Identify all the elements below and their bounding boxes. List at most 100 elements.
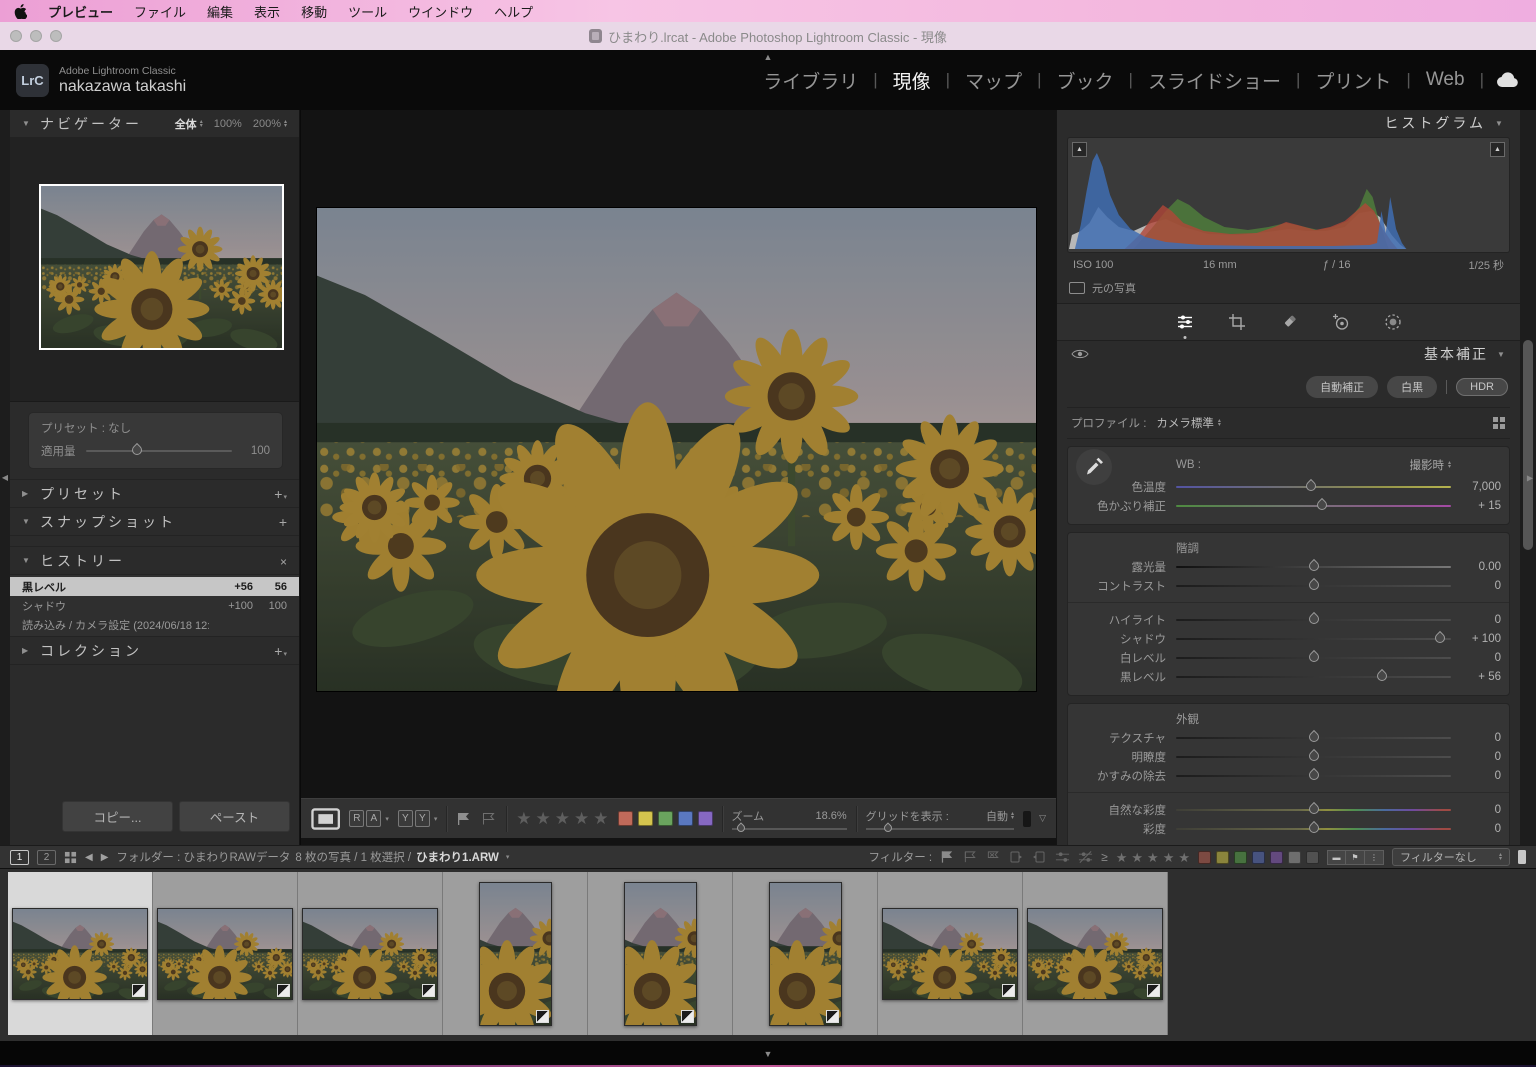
filmstrip-cell[interactable] — [298, 872, 443, 1035]
profile-select[interactable]: カメラ標準 — [1156, 415, 1221, 431]
auto-button[interactable]: 自動補正 — [1306, 376, 1378, 398]
filter-edited-icon[interactable] — [1055, 850, 1070, 864]
filmstrip-cell[interactable] — [588, 872, 733, 1035]
module-tab[interactable]: ブック — [1057, 67, 1114, 94]
color-label-chip[interactable] — [638, 811, 653, 826]
module-tab[interactable]: スライドショー — [1148, 67, 1281, 94]
color-label-chip[interactable] — [1270, 851, 1283, 864]
loupe-view-icon[interactable] — [311, 808, 340, 830]
copy-button[interactable]: コピー... — [62, 801, 173, 832]
menu-item[interactable]: ツール — [348, 2, 387, 21]
dropdown-caret-icon[interactable] — [385, 815, 389, 823]
reject-flag-icon[interactable] — [481, 812, 497, 826]
scrollbar-thumb[interactable] — [1523, 340, 1533, 550]
before-after-right-button[interactable]: A — [366, 810, 381, 827]
slider-thumb[interactable] — [882, 822, 893, 833]
star-icon[interactable]: ★ — [1163, 851, 1175, 864]
star-icon[interactable]: ★ — [516, 810, 531, 827]
collapse-triangle-icon[interactable] — [22, 489, 31, 498]
slider-thumb[interactable] — [1433, 630, 1447, 644]
slider-track[interactable] — [1176, 775, 1451, 777]
filmstrip-breadcrumb[interactable]: フォルダー : ひまわりRAWデータ 8 枚の写真 / 1 枚選択 / ひまわり… — [116, 849, 509, 865]
snapshots-section-header[interactable]: スナップショット — [10, 508, 299, 536]
slider-track[interactable] — [1176, 828, 1451, 830]
slider-track[interactable] — [1176, 756, 1451, 758]
slider-row[interactable]: 色温度7,000 — [1076, 477, 1501, 496]
filter-preset-select[interactable]: フィルターなし — [1392, 848, 1510, 866]
filmstrip-cell[interactable] — [443, 872, 588, 1035]
slider-row[interactable]: かすみの除去0 — [1076, 766, 1501, 785]
color-label-chip[interactable] — [678, 811, 693, 826]
dropdown-caret-icon[interactable] — [506, 853, 510, 861]
zoom-window-icon[interactable] — [50, 30, 62, 42]
window-titlebar[interactable]: ひまわり.lrcat - Adobe Photoshop Lightroom C… — [0, 22, 1536, 51]
star-icon[interactable]: ★ — [555, 810, 570, 827]
main-photo[interactable] — [317, 208, 1036, 691]
slider-thumb[interactable] — [1306, 611, 1320, 625]
star-icon[interactable]: ★ — [1131, 851, 1143, 864]
slider-row[interactable]: 黒レベル+ 56 — [1076, 667, 1501, 686]
menu-item[interactable]: 表示 — [254, 2, 280, 21]
photo-thumbnail[interactable] — [624, 882, 697, 1026]
slider-thumb[interactable] — [1306, 558, 1320, 572]
grid-size-slider[interactable] — [866, 828, 1014, 830]
photo-thumbnail[interactable] — [12, 908, 148, 1000]
filter-pick-flag-icon[interactable] — [940, 850, 955, 864]
paste-button[interactable]: ペースト — [179, 801, 290, 832]
navigator-zoom-100[interactable]: 100% — [214, 118, 242, 130]
grid-view-icon[interactable] — [64, 851, 77, 864]
module-tab[interactable]: Web — [1426, 69, 1465, 91]
star-icon[interactable]: ★ — [574, 810, 589, 827]
redeye-icon[interactable] — [1331, 312, 1351, 332]
color-label-chip[interactable] — [1234, 851, 1247, 864]
color-label-chip[interactable] — [1252, 851, 1265, 864]
slider-thumb[interactable] — [1375, 668, 1389, 682]
filter-flag-toggle[interactable]: ▬ — [1327, 850, 1346, 865]
histogram[interactable] — [1067, 137, 1510, 253]
slider-thumb[interactable] — [1315, 497, 1329, 511]
bw-button[interactable]: 白黒 — [1387, 376, 1437, 398]
filmstrip-cell[interactable] — [1023, 872, 1168, 1035]
dropdown-caret-icon[interactable] — [434, 815, 438, 823]
navigator-fit-option[interactable]: 全体 — [175, 116, 203, 132]
slider-thumb[interactable] — [1306, 767, 1320, 781]
slider-track[interactable] — [1176, 566, 1451, 568]
slider-row[interactable]: ハイライト0 — [1076, 610, 1501, 629]
photo-thumbnail[interactable] — [479, 882, 552, 1026]
healing-icon[interactable] — [1279, 312, 1299, 332]
slider-row[interactable]: 白レベル0 — [1076, 648, 1501, 667]
history-step[interactable]: 黒レベル +56 56 — [10, 577, 299, 596]
minimize-window-icon[interactable] — [30, 30, 42, 42]
basic-panel-header[interactable]: 基本補正 — [1057, 341, 1520, 367]
navigator-zoom-200[interactable]: 200% — [253, 118, 287, 130]
star-icon[interactable]: ★ — [1147, 851, 1159, 864]
before-after-bottom-button[interactable]: Y — [415, 810, 430, 827]
navigator-header[interactable]: ナビゲーター 全体 100% 200% — [10, 110, 299, 137]
profile-browser-icon[interactable] — [1492, 416, 1506, 430]
clear-history-button[interactable] — [280, 553, 287, 569]
rating-ge-label[interactable]: ≥ — [1101, 850, 1108, 864]
menu-item[interactable]: 移動 — [301, 2, 327, 21]
slider-thumb[interactable] — [1306, 577, 1320, 591]
histogram-header[interactable]: ヒストグラム — [1057, 110, 1520, 136]
slider-row[interactable]: 明瞭度0 — [1076, 747, 1501, 766]
slider-track[interactable] — [1176, 619, 1451, 621]
slider-row[interactable]: コントラスト0 — [1076, 576, 1501, 595]
collections-section-header[interactable]: コレクション — [10, 637, 299, 665]
hdr-button[interactable]: HDR — [1456, 378, 1508, 396]
menu-item[interactable]: 編集 — [207, 2, 233, 21]
collapse-triangle-icon[interactable] — [22, 556, 31, 565]
collapse-left-panel-icon[interactable] — [2, 473, 8, 482]
filter-virtual-copy-icon[interactable] — [1032, 850, 1047, 864]
slider-row[interactable]: 露光量0.00 — [1076, 557, 1501, 576]
color-label-chip[interactable] — [1198, 851, 1211, 864]
before-after-top-button[interactable]: Y — [398, 810, 413, 827]
history-step[interactable]: シャドウ +100 100 — [10, 596, 299, 615]
module-tab[interactable]: ライブラリ — [763, 67, 858, 94]
slider-track[interactable] — [1176, 638, 1451, 640]
slider-thumb[interactable] — [1306, 729, 1320, 743]
add-preset-button[interactable] — [274, 486, 287, 502]
photo-thumbnail[interactable] — [882, 908, 1018, 1000]
wb-select[interactable]: 撮影時 — [1409, 457, 1501, 473]
color-label-chip[interactable] — [698, 811, 713, 826]
